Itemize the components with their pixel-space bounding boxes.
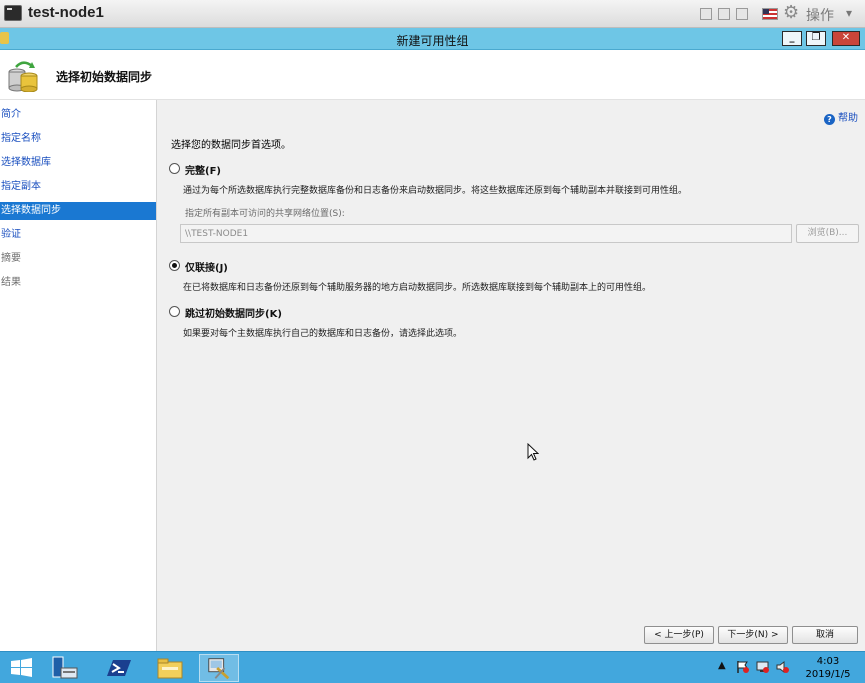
full-sync-description: 通过为每个所选数据库执行完整数据库备份和日志备份来启动数据同步。将这些数据库还原… — [183, 186, 688, 196]
instruction-text: 选择您的数据同步首选项。 — [171, 140, 291, 151]
sql-management-studio-icon[interactable] — [199, 654, 239, 682]
console-icon — [4, 5, 22, 21]
nav-item-results: 结果 — [1, 277, 21, 288]
next-button[interactable]: 下一步(N) > — [718, 626, 788, 644]
file-explorer-icon[interactable] — [150, 654, 190, 682]
wizard-header: 选择初始数据同步 — [0, 50, 865, 100]
nav-item-intro[interactable]: 简介 — [0, 106, 156, 124]
nav-item-summary: 摘要 — [1, 253, 21, 264]
page-title: 选择初始数据同步 — [56, 70, 153, 84]
network-icon[interactable] — [756, 660, 770, 674]
join-only-description: 在已将数据库和日志备份还原到每个辅助服务器的地方启动数据同步。所选数据库联接到每… — [183, 283, 652, 293]
skip-sync-description: 如果要对每个主数据库执行自己的数据库和日志备份，请选择此选项。 — [183, 329, 463, 339]
join-only-label[interactable]: 仅联接(J) — [185, 259, 228, 274]
clock-time: 4:03 — [816, 656, 840, 667]
window-title-bar: 新建可用性组 _ ❐ ✕ — [0, 28, 865, 50]
vm-title: test-node1 — [28, 4, 104, 21]
vm-maximize-icon[interactable] — [736, 8, 748, 20]
full-sync-radio[interactable] — [169, 163, 180, 174]
share-location-input[interactable] — [180, 224, 792, 243]
chevron-down-icon[interactable]: ▾ — [846, 6, 852, 20]
taskbar: ▲ 4:03 2019/1/5 — [0, 651, 865, 683]
keyboard-language-flag-icon[interactable] — [762, 8, 778, 20]
previous-button[interactable]: < 上一步(P) — [644, 626, 714, 644]
server-manager-icon[interactable] — [45, 654, 85, 682]
skip-sync-label[interactable]: 跳过初始数据同步(K) — [185, 305, 282, 320]
skip-sync-radio[interactable] — [169, 306, 180, 317]
nav-item-select-databases[interactable]: 选择数据库 — [0, 154, 156, 172]
close-button[interactable]: ✕ — [832, 31, 860, 46]
help-icon: ? — [824, 114, 835, 125]
vm-toolbar: test-node1 ⚙ 操作 ▾ — [0, 0, 865, 28]
vm-minimize-icon[interactable] — [700, 8, 712, 20]
full-sync-label[interactable]: 完整(F) — [185, 162, 221, 177]
wizard-nav: 简介 指定名称 选择数据库 指定副本 选择数据同步 验证 摘要 结果 — [0, 100, 157, 651]
database-sync-icon — [8, 61, 38, 92]
mouse-pointer-icon — [527, 443, 539, 461]
help-label: 帮助 — [838, 113, 858, 124]
window-title: 新建可用性组 — [396, 34, 469, 48]
powershell-icon[interactable] — [98, 654, 138, 682]
windows-start-icon[interactable] — [2, 654, 42, 682]
nav-item-data-sync[interactable]: 选择数据同步 — [0, 202, 156, 220]
nav-item-specify-name[interactable]: 指定名称 — [0, 130, 156, 148]
volume-icon[interactable] — [776, 660, 790, 674]
nav-item-validation[interactable]: 验证 — [0, 226, 156, 244]
gear-icon[interactable]: ⚙ — [783, 2, 799, 23]
wizard-content: ? 帮助 选择您的数据同步首选项。 完整(F) 通过为每个所选数据库执行完整数据库… — [157, 100, 865, 651]
browse-button[interactable]: 浏览(B)... — [796, 224, 859, 243]
help-link[interactable]: ? 帮助 — [824, 109, 858, 125]
cancel-button[interactable]: 取消 — [792, 626, 858, 644]
taskbar-clock[interactable]: 4:03 2019/1/5 — [793, 655, 863, 681]
nav-item-specify-replicas[interactable]: 指定副本 — [0, 178, 156, 196]
maximize-button[interactable]: ❐ — [806, 31, 826, 46]
action-center-flag-icon[interactable] — [736, 660, 750, 674]
join-only-radio[interactable] — [169, 260, 180, 271]
vm-restore-icon[interactable] — [718, 8, 730, 20]
minimize-button[interactable]: _ — [782, 31, 802, 46]
vm-action-menu[interactable]: 操作 — [806, 5, 834, 25]
share-location-label: 指定所有副本可访问的共享网络位置(S): — [185, 209, 345, 219]
clock-date: 2019/1/5 — [805, 669, 851, 680]
show-hidden-icons-chevron-icon[interactable]: ▲ — [718, 660, 726, 671]
